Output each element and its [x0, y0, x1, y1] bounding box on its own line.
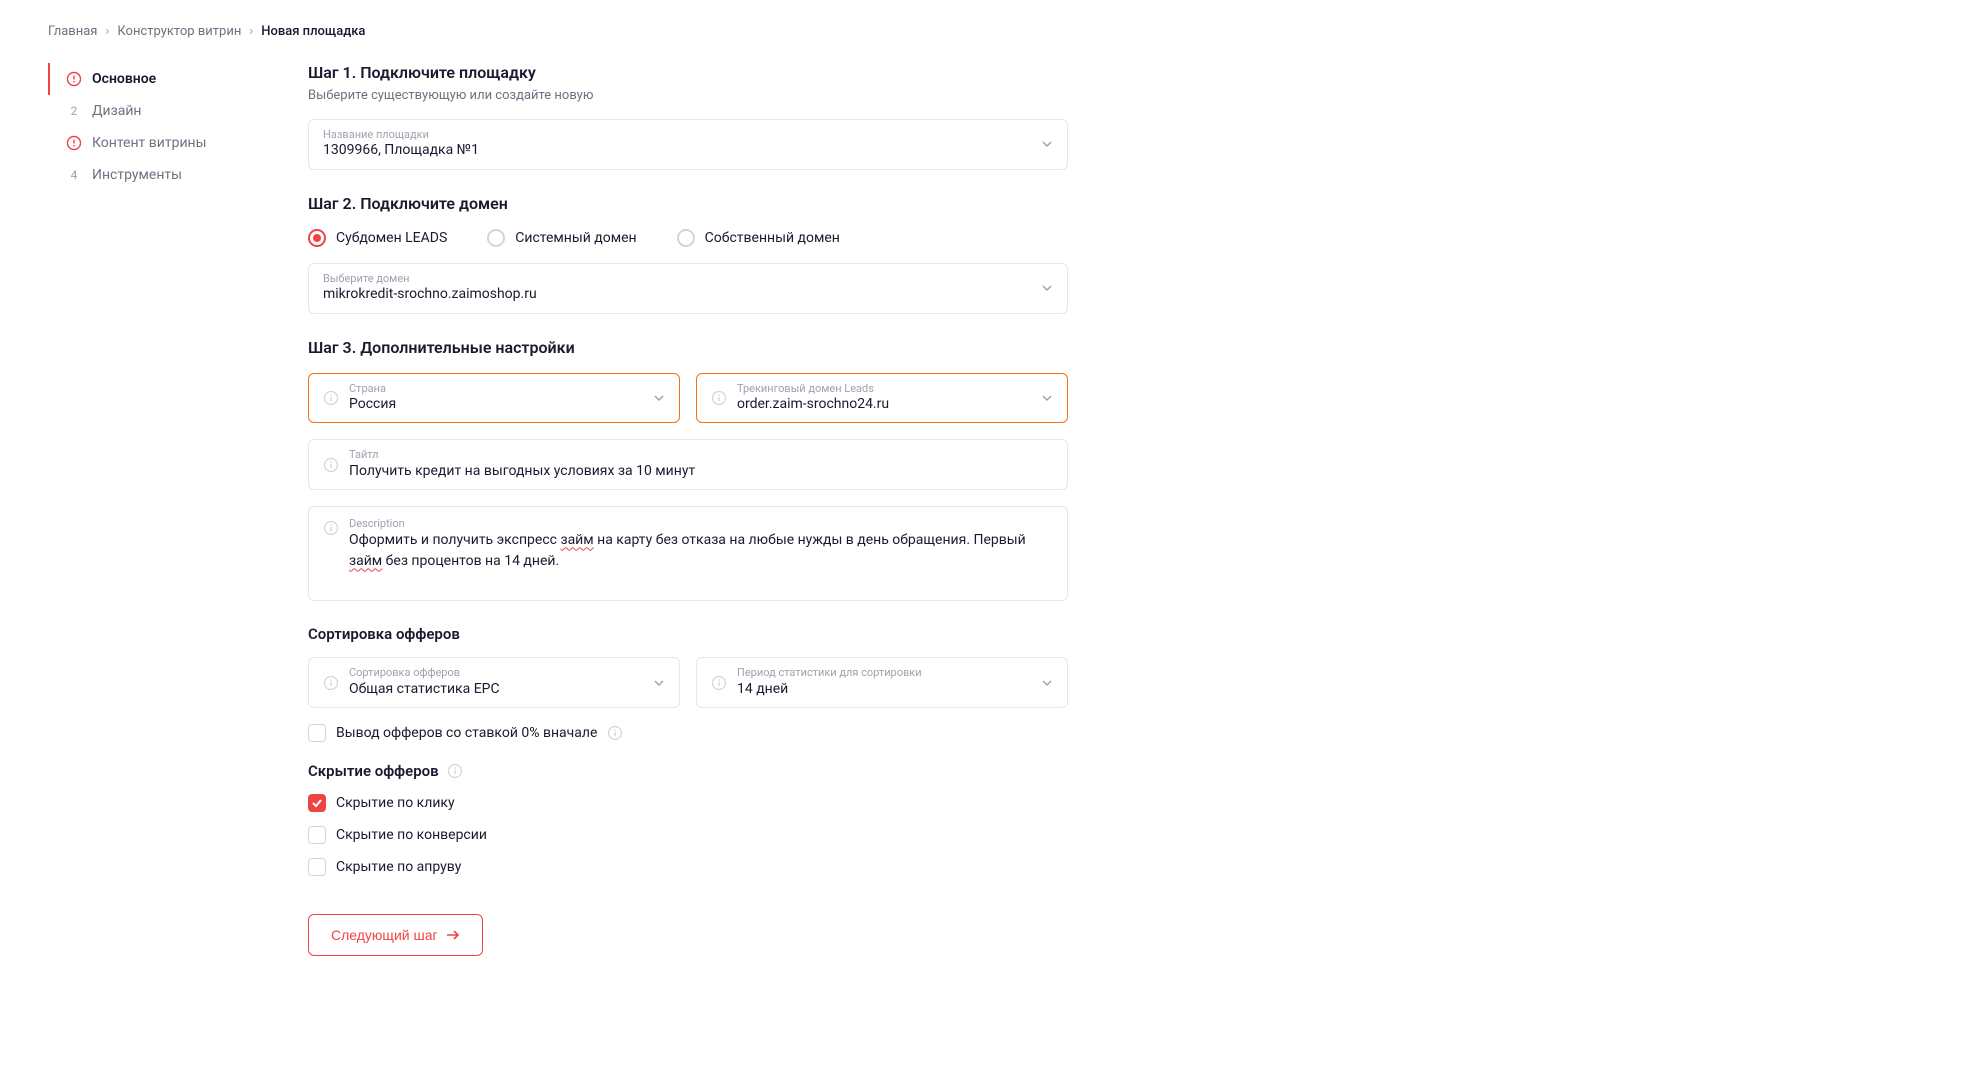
field-label: Страна	[349, 382, 665, 395]
zero-rate-checkbox-row[interactable]: Вывод офферов со ставкой 0% вначале	[308, 724, 1068, 742]
checkbox-icon	[308, 794, 326, 812]
sidebar-item-label: Дизайн	[92, 103, 142, 119]
sort-select[interactable]: Сортировка офферов Общая статистика EPC	[308, 657, 680, 708]
info-icon	[323, 390, 339, 406]
hide-by-conversion-checkbox-row[interactable]: Скрытие по конверсии	[308, 826, 1068, 844]
checkbox-icon	[308, 724, 326, 742]
hide-by-click-checkbox-row[interactable]: Скрытие по клику	[308, 794, 1068, 812]
radio-icon	[308, 229, 326, 247]
field-label: Description	[349, 517, 1053, 530]
field-value: 14 дней	[737, 680, 1053, 700]
info-icon	[447, 763, 463, 779]
field-label: Выберите домен	[323, 272, 1053, 285]
hiding-section-title: Скрытие офферов	[308, 762, 1068, 780]
sorting-section-title: Сортировка офферов	[308, 625, 1068, 643]
sidebar-item-main[interactable]: Основное	[48, 63, 248, 95]
chevron-right-icon: ›	[249, 24, 253, 39]
next-step-button[interactable]: Следующий шаг	[308, 914, 483, 956]
radio-icon	[677, 229, 695, 247]
info-icon	[323, 457, 339, 473]
breadcrumb-home[interactable]: Главная	[48, 24, 97, 39]
step2-title: Шаг 2. Подключите домен	[308, 194, 1068, 213]
warning-circle-icon	[66, 135, 82, 151]
main-content: Шаг 1. Подключите площадку Выберите суще…	[308, 63, 1068, 956]
info-icon	[323, 675, 339, 691]
chevron-down-icon	[653, 677, 665, 689]
sidebar-item-tools[interactable]: 4 Инструменты	[48, 159, 248, 191]
field-value: Россия	[349, 395, 665, 415]
period-select[interactable]: Период статистики для сортировки 14 дней	[696, 657, 1068, 708]
chevron-down-icon	[1041, 138, 1053, 150]
sidebar-item-label: Основное	[92, 71, 156, 87]
radio-label: Системный домен	[515, 230, 636, 246]
field-value: mikrokredit-srochno.zaimoshop.ru	[323, 285, 1053, 305]
chevron-down-icon	[1041, 282, 1053, 294]
field-label: Тайтл	[349, 448, 1053, 461]
checkbox-label: Скрытие по клику	[336, 795, 455, 811]
field-value: order.zaim-srochno24.ru	[737, 395, 1053, 415]
checkbox-icon	[308, 858, 326, 876]
sidebar-item-label: Контент витрины	[92, 135, 206, 151]
sidebar-item-label: Инструменты	[92, 167, 182, 183]
breadcrumb-constructor[interactable]: Конструктор витрин	[117, 24, 241, 39]
field-value: Оформить и получить экспресс займ на кар…	[349, 530, 1053, 572]
step1-subtitle: Выберите существующую или создайте новую	[308, 88, 1068, 103]
field-label: Название площадки	[323, 128, 1053, 141]
chevron-down-icon	[653, 392, 665, 404]
sidebar-item-design[interactable]: 2 Дизайн	[48, 95, 248, 127]
checkbox-label: Скрытие по апруву	[336, 859, 461, 875]
breadcrumb-current: Новая площадка	[261, 24, 365, 39]
field-label: Период статистики для сортировки	[737, 666, 1053, 679]
radio-label: Собственный домен	[705, 230, 840, 246]
radio-icon	[487, 229, 505, 247]
chevron-down-icon	[1041, 392, 1053, 404]
sidebar: Основное 2 Дизайн Контент витрины 4 Инст…	[48, 63, 248, 956]
field-value: Общая статистика EPC	[349, 680, 665, 700]
checkbox-icon	[308, 826, 326, 844]
info-icon	[607, 725, 623, 741]
field-label: Трекинговый домен Leads	[737, 382, 1053, 395]
radio-label: Субдомен LEADS	[336, 230, 447, 246]
checkbox-label: Скрытие по конверсии	[336, 827, 487, 843]
platform-select[interactable]: Название площадки 1309966, Площадка №1	[308, 119, 1068, 170]
warning-circle-icon	[66, 71, 82, 87]
checkbox-label: Вывод офферов со ставкой 0% вначале	[336, 725, 597, 741]
chevron-right-icon: ›	[105, 24, 109, 39]
field-value: Получить кредит на выгодных условиях за …	[349, 462, 1053, 482]
info-icon	[711, 390, 727, 406]
domain-type-radio-group: Субдомен LEADS Системный домен Собственн…	[308, 229, 1068, 247]
chevron-down-icon	[1041, 677, 1053, 689]
radio-system-domain[interactable]: Системный домен	[487, 229, 636, 247]
arrow-right-icon	[446, 929, 460, 941]
country-select[interactable]: Страна Россия	[308, 373, 680, 424]
sidebar-item-content[interactable]: Контент витрины	[48, 127, 248, 159]
field-value: 1309966, Площадка №1	[323, 141, 1053, 161]
button-label: Следующий шаг	[331, 927, 438, 943]
title-input[interactable]: Тайтл Получить кредит на выгодных услови…	[308, 439, 1068, 490]
description-input[interactable]: Description Оформить и получить экспресс…	[308, 506, 1068, 601]
radio-subdomain-leads[interactable]: Субдомен LEADS	[308, 229, 447, 247]
radio-own-domain[interactable]: Собственный домен	[677, 229, 840, 247]
hide-by-approve-checkbox-row[interactable]: Скрытие по апруву	[308, 858, 1068, 876]
tracking-domain-select[interactable]: Трекинговый домен Leads order.zaim-sroch…	[696, 373, 1068, 424]
info-icon	[711, 675, 727, 691]
sidebar-item-num: 4	[66, 167, 82, 183]
field-label: Сортировка офферов	[349, 666, 665, 679]
sidebar-item-num: 2	[66, 103, 82, 119]
breadcrumb: Главная › Конструктор витрин › Новая пло…	[48, 24, 1939, 39]
info-icon	[323, 520, 339, 536]
step1-title: Шаг 1. Подключите площадку	[308, 63, 1068, 82]
step3-title: Шаг 3. Дополнительные настройки	[308, 338, 1068, 357]
domain-select[interactable]: Выберите домен mikrokredit-srochno.zaimo…	[308, 263, 1068, 314]
